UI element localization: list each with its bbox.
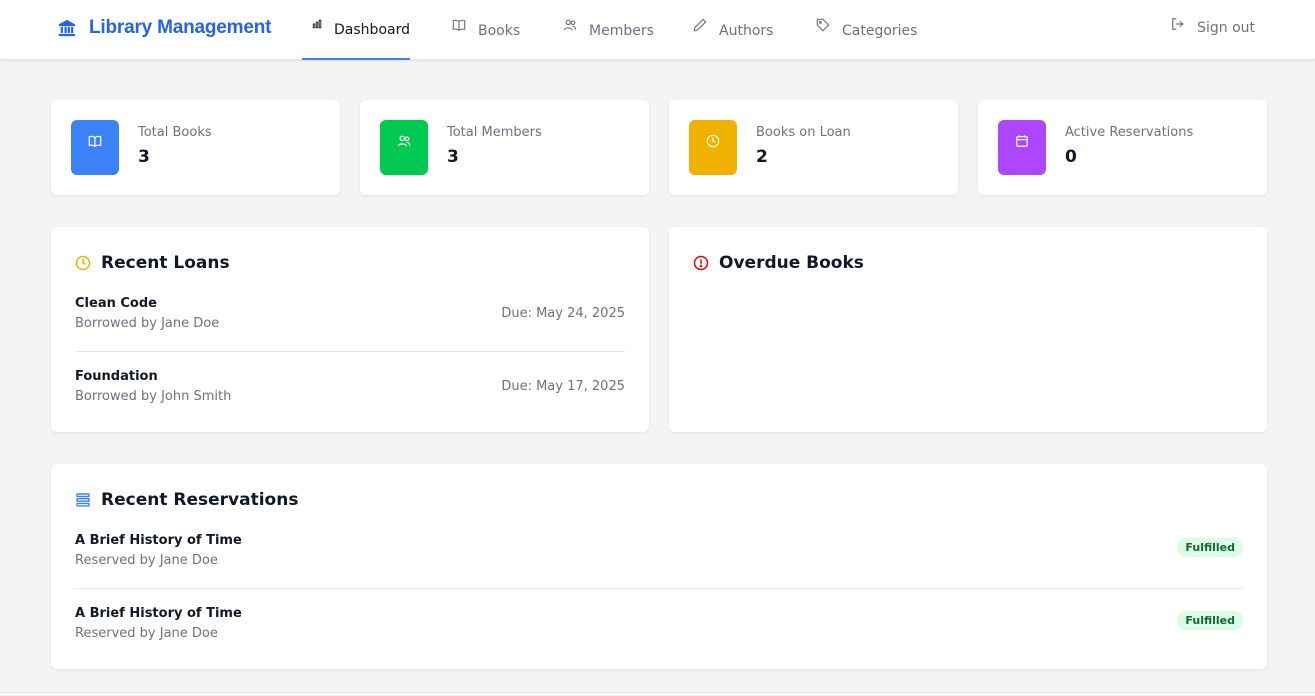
users-icon: [397, 135, 411, 146]
tab-books-label: Books: [478, 22, 521, 39]
stat-label: Books on Loan: [756, 125, 851, 140]
row-divider: [75, 588, 1243, 589]
logout-icon: [1172, 18, 1184, 30]
loan-borrower: Borrowed by Jane Doe: [75, 316, 220, 331]
stat-value: 3: [138, 147, 150, 167]
tab-authors-label: Authors: [719, 22, 774, 39]
clock-icon: [75, 255, 91, 271]
reservation-book-title: A Brief History of Time: [75, 606, 242, 621]
stat-label: Active Reservations: [1065, 125, 1194, 140]
reservation-member: Reserved by Jane Doe: [75, 553, 218, 568]
library-icon: [58, 19, 76, 37]
book-open-icon: [452, 19, 466, 31]
stat-value: 3: [447, 147, 459, 167]
reservation-member: Reserved by Jane Doe: [75, 626, 218, 641]
tab-members-label: Members: [589, 22, 654, 39]
signout-button[interactable]: Sign out: [1171, 0, 1255, 56]
loan-book-title: Foundation: [75, 369, 158, 384]
loan-row[interactable]: Foundation Borrowed by John Smith Due: M…: [75, 369, 625, 442]
reservation-book-title: A Brief History of Time: [75, 533, 242, 548]
users-icon: [563, 19, 577, 31]
stat-label: Total Books: [138, 125, 212, 140]
recent-reservations-panel: Recent Reservations A Brief History of T…: [51, 464, 1267, 669]
stat-value: 0: [1065, 147, 1077, 167]
list-icon: [76, 493, 90, 507]
signout-label: Sign out: [1197, 20, 1255, 36]
tag-icon: [816, 18, 830, 32]
stat-card-total-members: Total Members 3: [360, 100, 649, 195]
top-navbar: Library Management Dashboard Books Membe…: [0, 0, 1315, 60]
alert-circle-icon: [693, 255, 709, 271]
panel-title: Recent Loans: [101, 253, 230, 273]
loan-book-title: Clean Code: [75, 296, 157, 311]
loan-due-date: Due: May 17, 2025: [501, 379, 625, 394]
status-badge: Fulfilled: [1177, 538, 1243, 557]
panel-header: Overdue Books: [693, 253, 864, 273]
footer-divider: [0, 692, 1315, 693]
stat-icon-box: [998, 120, 1046, 175]
clock-icon: [706, 134, 720, 147]
recent-loans-panel: Recent Loans Clean Code Borrowed by Jane…: [51, 227, 649, 432]
pencil-icon: [693, 18, 707, 32]
stat-card-total-books: Total Books 3: [51, 100, 340, 195]
panel-header: Recent Loans: [75, 253, 230, 273]
reservation-row[interactable]: A Brief History of Time Reserved by Jane…: [75, 533, 1243, 606]
row-divider: [75, 351, 625, 352]
overdue-books-panel: Overdue Books: [669, 227, 1267, 432]
brand-title: Library Management: [89, 17, 272, 38]
tab-dashboard-label: Dashboard: [334, 21, 410, 38]
panel-title: Recent Reservations: [101, 490, 299, 510]
stat-icon-box: [71, 120, 119, 175]
stat-label: Total Members: [447, 125, 542, 140]
tab-categories-label: Categories: [842, 22, 918, 39]
status-badge: Fulfilled: [1177, 611, 1243, 630]
tab-dashboard[interactable]: Dashboard: [302, 0, 410, 60]
loan-row[interactable]: Clean Code Borrowed by Jane Doe Due: May…: [75, 296, 625, 369]
stat-value: 2: [756, 147, 768, 167]
stat-card-active-reservations: Active Reservations 0: [978, 100, 1267, 195]
panel-header: Recent Reservations: [75, 490, 298, 510]
book-open-icon: [88, 135, 102, 147]
panel-title: Overdue Books: [719, 253, 864, 273]
stat-icon-box: [380, 120, 428, 175]
loan-due-date: Due: May 24, 2025: [501, 306, 625, 321]
tab-authors[interactable]: Authors: [693, 0, 773, 60]
reservation-row[interactable]: A Brief History of Time Reserved by Jane…: [75, 606, 1243, 679]
stat-icon-box: [689, 120, 737, 175]
calendar-icon: [1016, 134, 1028, 147]
brand[interactable]: Library Management: [58, 13, 271, 43]
tab-members[interactable]: Members: [563, 0, 654, 60]
chart-bar-icon: [312, 19, 322, 29]
stat-card-books-on-loan: Books on Loan 2: [669, 100, 958, 195]
tab-categories[interactable]: Categories: [816, 0, 917, 60]
loan-borrower: Borrowed by John Smith: [75, 389, 232, 404]
tab-books[interactable]: Books: [452, 0, 520, 60]
